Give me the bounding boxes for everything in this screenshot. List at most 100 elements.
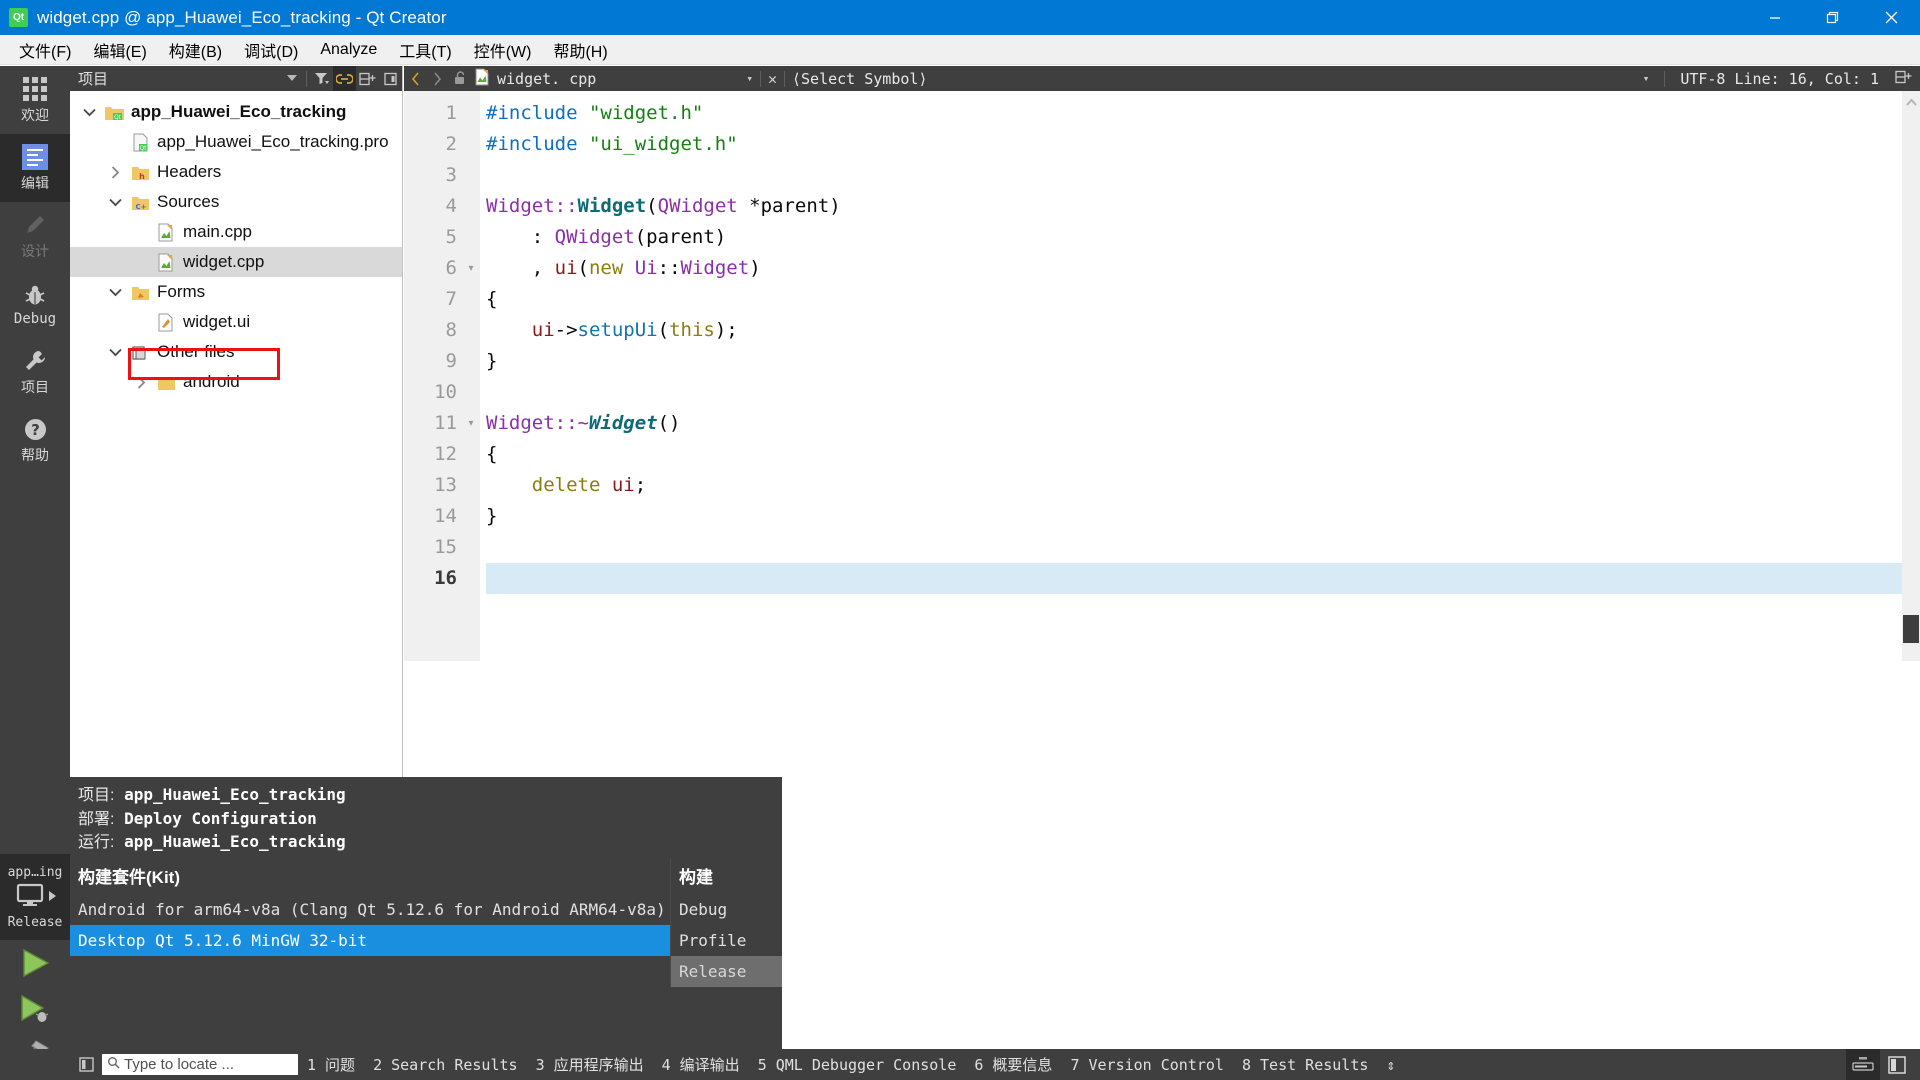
sidebar-item-projects[interactable]: 项目 — [0, 338, 70, 406]
sidebar-toggle-icon[interactable] — [73, 1057, 99, 1072]
editor-vertical-scrollbar[interactable] — [1902, 91, 1920, 661]
build-option-release[interactable]: Release — [671, 956, 782, 988]
scroll-up-icon[interactable] — [1902, 91, 1920, 109]
chevron-down-icon[interactable] — [102, 198, 128, 207]
output-pane-toggle[interactable] — [1846, 1049, 1880, 1080]
menu-file[interactable]: 文件(F) — [8, 35, 82, 65]
debug-run-button[interactable] — [0, 988, 70, 1034]
chevron-down-icon[interactable] — [102, 348, 128, 357]
menu-help[interactable]: 帮助(H) — [542, 35, 618, 65]
code-line[interactable]: : QWidget(parent) — [486, 222, 1920, 253]
chevron-down-icon[interactable] — [280, 66, 303, 91]
code-line[interactable]: , ui(new Ui::Widget) — [486, 253, 1920, 284]
code-line[interactable]: delete ui; — [486, 470, 1920, 501]
pencil-icon — [21, 211, 49, 239]
code-line[interactable] — [486, 160, 1920, 191]
output-pane-app-output[interactable]: 3 应用程序输出 — [527, 1054, 653, 1075]
sidebar-item-help[interactable]: ? 帮助 — [0, 406, 70, 474]
output-pane-updown-icon[interactable]: ⇕ — [1377, 1056, 1404, 1074]
locator-input[interactable]: Type to locate ... — [102, 1054, 298, 1075]
split-icon[interactable] — [356, 66, 379, 91]
menu-window[interactable]: 控件(W) — [463, 35, 543, 65]
menu-debug[interactable]: 调试(D) — [233, 35, 309, 65]
code-line[interactable]: } — [486, 346, 1920, 377]
code-line[interactable]: ui->setupUi(this); — [486, 315, 1920, 346]
code-line[interactable] — [486, 377, 1920, 408]
code-token: ui — [554, 257, 578, 279]
link-icon[interactable] — [333, 66, 356, 91]
minimize-button[interactable] — [1746, 0, 1804, 35]
code-line[interactable]: Widget::Widget(QWidget *parent) — [486, 191, 1920, 222]
filter-icon[interactable] — [310, 66, 333, 91]
menu-build[interactable]: 构建(B) — [158, 35, 233, 65]
encoding-dropdown-icon[interactable]: ▾ — [1643, 72, 1650, 85]
output-pane-search[interactable]: 2 Search Results — [364, 1056, 527, 1074]
chevron-right-icon[interactable] — [102, 165, 128, 179]
build-option-debug[interactable]: Debug — [671, 894, 782, 925]
code-line[interactable]: Widget::~Widget() — [486, 408, 1920, 439]
chevron-down-icon[interactable] — [76, 108, 102, 117]
chevron-down-icon[interactable] — [102, 288, 128, 297]
right-sidebar-toggle[interactable] — [1880, 1049, 1914, 1080]
tree-item-forms[interactable]: Forms — [70, 277, 402, 307]
output-pane-overview[interactable]: 6 概要信息 — [965, 1054, 1061, 1075]
code-line[interactable] — [486, 563, 1920, 594]
build-option-profile[interactable]: Profile — [671, 925, 782, 956]
back-arrow-icon[interactable] — [404, 66, 426, 91]
output-pane-compile[interactable]: 4 编译输出 — [653, 1054, 749, 1075]
kit-selector-popup[interactable]: 项目: app_Huawei_Eco_tracking 部署: Deploy C… — [70, 777, 782, 1049]
tree-item-widget-ui[interactable]: widget.ui — [70, 307, 402, 337]
sidebar-item-edit[interactable]: 编辑 — [0, 134, 70, 202]
tree-item-headers[interactable]: h Headers — [70, 157, 402, 187]
output-pane-qml-console[interactable]: 5 QML Debugger Console — [749, 1056, 966, 1074]
code-line[interactable]: #include "ui_widget.h" — [486, 129, 1920, 160]
code-line[interactable] — [486, 532, 1920, 563]
forward-arrow-icon[interactable] — [426, 66, 448, 91]
sidebar-item-welcome[interactable]: 欢迎 — [0, 66, 70, 134]
menu-tools[interactable]: 工具(T) — [388, 35, 462, 65]
code-token: -> — [554, 319, 578, 341]
close-panel-icon[interactable] — [379, 66, 402, 91]
tree-item-pro-file[interactable]: Qt app_Huawei_Eco_tracking.pro — [70, 127, 402, 157]
kit-selector-button[interactable]: app…ing Release — [0, 854, 70, 940]
title-bar: Qt widget.cpp @ app_Huawei_Eco_tracking … — [0, 0, 1920, 35]
output-pane-version-control[interactable]: 7 Version Control — [1061, 1056, 1233, 1074]
tree-item-android[interactable]: android — [70, 367, 402, 397]
menu-analyze[interactable]: Analyze — [309, 38, 388, 62]
code-folding-column[interactable]: ▾ ▾ — [462, 91, 480, 661]
close-button[interactable] — [1862, 0, 1920, 35]
sidebar-item-debug[interactable]: Debug — [0, 270, 70, 338]
run-button[interactable] — [0, 942, 70, 988]
scrollbar-thumb[interactable] — [1903, 615, 1919, 643]
tree-item-main-cpp[interactable]: main.cpp — [70, 217, 402, 247]
fold-marker-icon[interactable]: ▾ — [462, 253, 480, 284]
tree-item-project-root[interactable]: Qt app_Huawei_Eco_tracking — [70, 97, 402, 127]
code-line[interactable]: { — [486, 439, 1920, 470]
code-editor[interactable]: 1 2 3 4 5 6 7 8 9 10 11 12 13 14 15 16 ▾ ▾ #include "wid… — [404, 91, 1920, 661]
output-pane-test-results[interactable]: 8 Test Results — [1233, 1056, 1377, 1074]
desktop-icon — [15, 883, 45, 912]
kit-option-desktop[interactable]: Desktop Qt 5.12.6 MinGW 32-bit — [70, 925, 670, 957]
kit-option-android[interactable]: Android for arm64-v8a (Clang Qt 5.12.6 f… — [70, 894, 670, 925]
restore-button[interactable] — [1804, 0, 1862, 35]
output-pane-problems[interactable]: 1 问题 — [298, 1054, 364, 1075]
code-line[interactable]: { — [486, 284, 1920, 315]
close-editor-icon[interactable]: ✕ — [768, 70, 777, 88]
code-text[interactable]: #include "widget.h" #include "ui_widget.h… — [480, 91, 1920, 661]
fold-marker-icon[interactable]: ▾ — [462, 408, 480, 439]
tree-item-label: Sources — [157, 192, 220, 211]
menu-edit[interactable]: 编辑(E) — [82, 35, 157, 65]
tree-item-sources[interactable]: C+ Sources — [70, 187, 402, 217]
split-editor-icon[interactable] — [1887, 70, 1912, 88]
tree-item-other-files[interactable]: Other files — [70, 337, 402, 367]
editor-file-dropdown[interactable]: ▾ — [746, 72, 753, 85]
chevron-right-icon[interactable] — [128, 375, 154, 389]
tree-item-widget-cpp[interactable]: widget.cpp — [70, 247, 402, 277]
code-line[interactable]: } — [486, 501, 1920, 532]
code-line[interactable]: #include "widget.h" — [486, 98, 1920, 129]
unlock-icon[interactable] — [448, 66, 470, 91]
editor-file-tab[interactable]: widget. cpp — [474, 68, 596, 90]
symbol-selector[interactable]: ⟨Select Symbol⟩ — [792, 70, 927, 88]
